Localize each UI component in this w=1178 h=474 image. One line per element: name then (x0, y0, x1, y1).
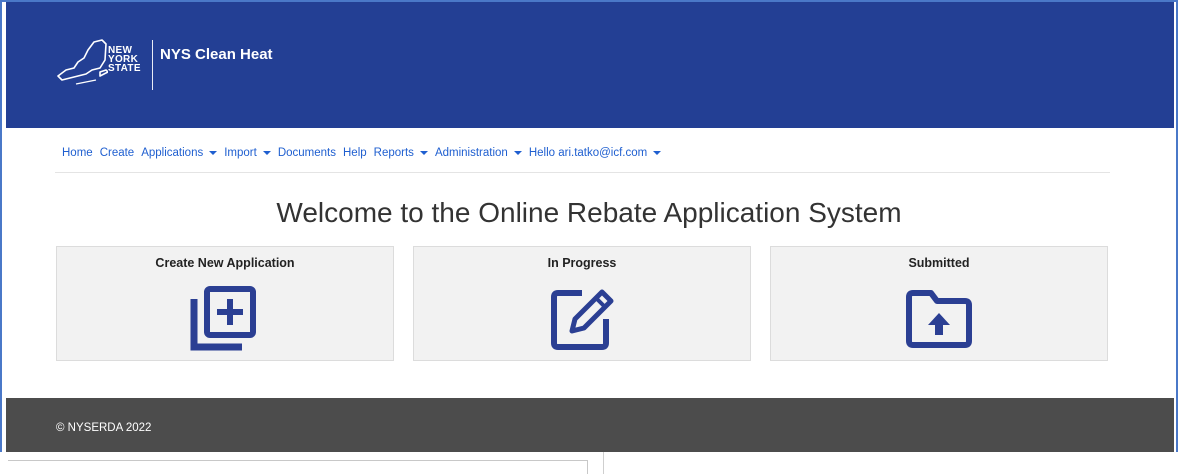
card-title: In Progress (547, 256, 617, 270)
welcome-heading: Welcome to the Online Rebate Application… (276, 197, 902, 228)
caret-down-icon (209, 151, 218, 155)
nav-label: Documents (277, 147, 336, 159)
nav-administration[interactable]: Administration (435, 147, 522, 159)
overlay-outer-rule (603, 452, 604, 474)
site-header: NEW YORK STATE NYS Clean Heat (6, 2, 1174, 128)
card-create-new-application[interactable]: Create New Application (56, 246, 394, 361)
card-title: Submitted (908, 256, 970, 270)
copyright-text: © NYSERDA 2022 (56, 422, 152, 434)
nav-label: Applications (141, 147, 204, 159)
nav-label: Import (224, 147, 257, 159)
nys-state-outline-icon (57, 39, 108, 85)
overlay-window-edge (0, 452, 612, 474)
edit-icon (551, 289, 614, 350)
card-submitted[interactable]: Submitted (770, 246, 1108, 361)
nav-applications[interactable]: Applications (141, 147, 218, 159)
nav-label: Help (343, 147, 367, 159)
add-copy-icon (190, 286, 256, 351)
nav-help[interactable]: Help (343, 147, 367, 159)
nav-label: Administration (434, 147, 508, 159)
nav-label: Hello ari.tatko@icf.com (528, 147, 648, 159)
card-title: Create New Application (155, 256, 295, 270)
nav-import[interactable]: Import (224, 147, 271, 159)
nav-label: Home (62, 147, 93, 159)
folder-upload-icon (906, 290, 972, 348)
nav-divider (55, 172, 1110, 173)
logo-divider (152, 40, 153, 90)
main-nav: Home Create Applications Import Document… (62, 145, 668, 161)
nav-label: Reports (373, 147, 414, 159)
caret-down-icon (419, 151, 428, 155)
nav-home[interactable]: Home (62, 147, 93, 159)
overlay-top-rule (8, 460, 588, 461)
caret-down-icon (653, 151, 662, 155)
card-in-progress[interactable]: In Progress (413, 246, 751, 361)
nav-documents[interactable]: Documents (278, 147, 336, 159)
overlay-side-rule (587, 460, 588, 474)
caret-down-icon (513, 151, 522, 155)
site-footer: © NYSERDA 2022 (6, 398, 1174, 452)
app-title[interactable]: NYS Clean Heat (160, 46, 273, 63)
nav-label: Create (99, 147, 135, 159)
logo-wordmark: NEW YORK STATE (108, 46, 141, 74)
nav-reports[interactable]: Reports (374, 147, 428, 159)
nys-logo[interactable]: NEW YORK STATE (56, 38, 156, 94)
logo-line: STATE (108, 63, 141, 74)
nav-create[interactable]: Create (100, 147, 135, 159)
nav-user-menu[interactable]: Hello ari.tatko@icf.com (528, 147, 662, 159)
caret-down-icon (262, 151, 271, 155)
